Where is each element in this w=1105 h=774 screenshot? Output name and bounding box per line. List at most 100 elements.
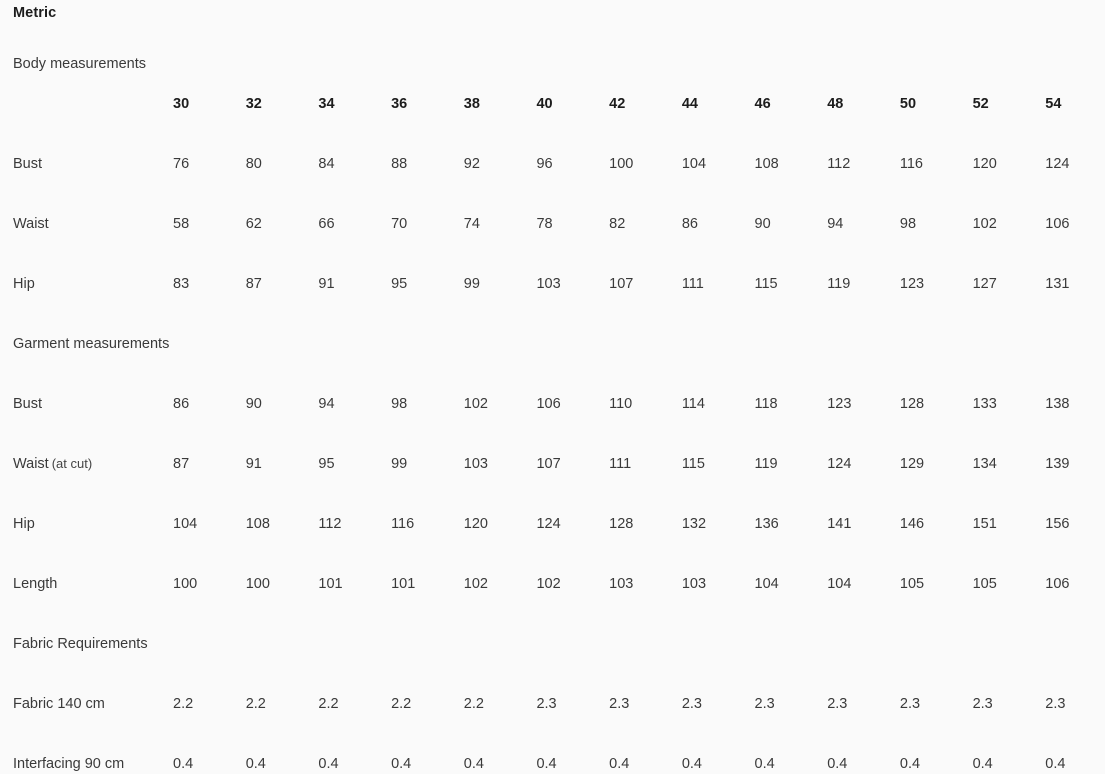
size-header-row: Body measurements 30 32 34 36 38 40 42 44 46 48 50… [0, 46, 1105, 114]
measurement-value-cell: 118 [754, 396, 778, 412]
measurement-value-cell: 96 [536, 156, 553, 172]
measurement-value-cell: 95 [391, 276, 408, 292]
measurement-value-cell: 98 [391, 396, 408, 412]
measurement-value-cell: 83 [173, 276, 190, 292]
measurement-value-cell: 0.4 [173, 756, 194, 772]
measurement-value-cell: 95 [318, 456, 335, 472]
measurement-value-cell: 66 [318, 216, 335, 232]
measurement-value-cell: 136 [754, 516, 779, 532]
measurement-value-cell: 102 [463, 396, 488, 412]
measurement-value-cell: 100 [609, 156, 634, 172]
table-header: Body measurements 30 32 34 36 38 40 42 44 46 48 50… [0, 46, 1105, 114]
measurement-value-cell: 0.4 [1045, 756, 1066, 772]
measurement-value-cell: 2.2 [463, 696, 484, 712]
measurement-value-cell: 80 [245, 156, 262, 172]
measurement-value-cell: 106 [1045, 576, 1070, 592]
measurement-value-cell: 62 [245, 216, 262, 232]
measurement-value-cell: 104 [173, 516, 198, 532]
measurement-value-cell: 124 [1045, 156, 1070, 172]
measurement-value-cell: 94 [318, 396, 335, 412]
size-column-header: 46 [754, 96, 771, 112]
measurement-value-cell: 114 [681, 396, 705, 412]
measurement-label-text: Waist [13, 216, 49, 232]
measurement-value-cell: 110 [609, 396, 633, 412]
measurement-value-cell: 2.3 [536, 696, 557, 712]
measurement-value-cell: 111 [609, 456, 632, 472]
measurement-value-cell: 86 [173, 396, 190, 412]
measurement-value-cell: 116 [391, 516, 415, 532]
measurement-value-cell: 146 [899, 516, 925, 532]
measurement-label-text: Hip [13, 516, 35, 532]
measurement-value-cell: 92 [463, 156, 480, 172]
measurement-value-cell: 131 [1045, 276, 1070, 292]
measurement-value-cell: 2.3 [827, 696, 848, 712]
measurement-value-cell: 2.2 [245, 696, 266, 712]
measurement-value-cell: 108 [245, 516, 270, 532]
measurement-label-text: Fabric 140 cm [13, 696, 105, 712]
measurement-row-label: Hip [0, 474, 160, 534]
measurement-value-cell: 2.2 [173, 696, 194, 712]
size-column-header: 52 [972, 96, 989, 112]
measurement-label-text: Bust [13, 156, 43, 172]
measurement-value-cell: 104 [754, 576, 779, 592]
measurement-value-cell: 103 [463, 456, 488, 472]
measurement-value-cell: 98 [899, 216, 917, 232]
size-chart-table: Body measurements 30 32 34 36 38 40 42 44 46 48 50… [0, 46, 1105, 774]
size-column-header: 54 [1045, 96, 1062, 112]
measurement-value-cell: 88 [391, 156, 408, 172]
measurement-value-cell: 2.3 [681, 696, 702, 712]
measurement-value-cell: 0.4 [754, 756, 775, 772]
measurement-value-cell: 112 [827, 156, 851, 172]
measurement-value-cell: 129 [899, 456, 925, 472]
table-row: Hip 104 108 112 116 120 124 128 132 136 141 146 151 1… [0, 474, 1105, 534]
measurement-value-cell: 101 [318, 576, 343, 592]
measurement-value-cell: 102 [463, 576, 488, 592]
measurement-value-cell: 94 [827, 216, 844, 232]
size-column-header: 40 [536, 96, 553, 112]
measurement-value-cell: 120 [972, 156, 997, 172]
measurement-value-cell: 70 [391, 216, 408, 232]
measurement-value-cell: 0.4 [536, 756, 557, 772]
measurement-value-cell: 0.4 [899, 756, 921, 772]
measurement-value-cell: 76 [173, 156, 190, 172]
measurement-value-cell: 128 [899, 396, 925, 412]
measurement-value-cell: 139 [1045, 456, 1070, 472]
measurement-value-cell: 2.3 [609, 696, 630, 712]
size-column-header: 32 [245, 96, 262, 112]
measurement-row-label: Interfacing 90 cm [0, 714, 160, 774]
measurement-value-cell: 74 [463, 216, 480, 232]
measurement-value-cell: 86 [681, 216, 698, 232]
measurement-value-cell: 119 [754, 456, 778, 472]
measurement-value-cell: 134 [972, 456, 997, 472]
measurement-value-cell: 87 [173, 456, 190, 472]
section-heading-label: Garment measurements [13, 336, 170, 352]
measurement-value-cell: 0.4 [827, 756, 848, 772]
measurement-label-text: Hip [13, 276, 35, 292]
measurement-value-cell: 132 [681, 516, 707, 532]
measurement-value-cell: 100 [245, 576, 270, 592]
measurement-value-cell: 87 [245, 276, 262, 292]
table-row: Fabric 140 cm 2.2 2.2 2.2 2.2 2.2 2.3 2.3 2.3 2.3… [0, 654, 1105, 714]
section-heading-label: Fabric Requirements [13, 636, 148, 652]
measurement-value-cell: 106 [536, 396, 561, 412]
measurement-value-cell: 91 [318, 276, 335, 292]
measurement-value-cell: 106 [1045, 216, 1070, 232]
section-heading-row: Garment measurements [0, 294, 1105, 354]
measurement-value-cell: 112 [318, 516, 342, 532]
table-body: Bust 76 80 84 88 92 96 100 104 108 112 116 120 124 Wai… [0, 114, 1105, 774]
measurement-value-cell: 138 [1045, 396, 1070, 412]
measurement-label-qualifier: (at cut) [51, 456, 93, 471]
measurement-label-text: Interfacing 90 cm [13, 756, 125, 772]
table-row: Interfacing 90 cm 0.4 0.4 0.4 0.4 0.4 0.4 0.4 0.… [0, 714, 1105, 774]
measurement-value-cell: 107 [536, 456, 561, 472]
measurement-value-cell: 0.4 [972, 756, 993, 772]
section-heading-row: Fabric Requirements [0, 594, 1105, 654]
measurement-value-cell: 0.4 [463, 756, 484, 772]
size-column-header: 38 [463, 96, 480, 112]
measurement-row-label: Bust [0, 114, 160, 174]
size-column-header: 36 [391, 96, 408, 112]
measurement-value-cell: 2.2 [391, 696, 412, 712]
measurement-value-cell: 141 [827, 516, 852, 532]
measurement-row-label: Waist (at cut) [0, 414, 160, 474]
measurement-value-cell: 104 [681, 156, 707, 172]
